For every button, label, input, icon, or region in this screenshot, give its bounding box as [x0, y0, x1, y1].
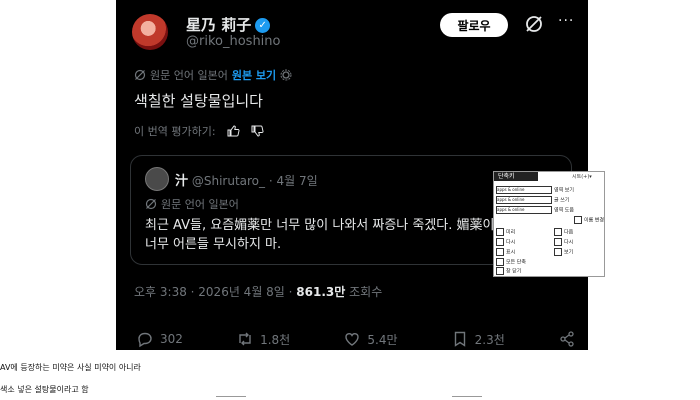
menu-item-label: 표시: [506, 249, 516, 256]
quoted-translation-note: 원문 언어 일본어: [161, 198, 239, 211]
menu-item-right-label: 보기: [564, 249, 574, 256]
quoted-author-avatar[interactable]: [145, 167, 169, 191]
menu-item-right-label: 다음: [564, 229, 574, 236]
menu-item-field: apps & online: [496, 186, 552, 194]
menu-item-right-label: 이름 변경: [584, 217, 604, 224]
reply-count: 302: [160, 332, 183, 346]
translation-note: 원문 언어 일본어: [150, 69, 228, 82]
menu-item[interactable]: 이름 변경: [574, 216, 604, 224]
menu-item[interactable]: 미리: [496, 228, 516, 236]
tweet-timestamp[interactable]: 오후 3:38 · 2026년 4월 8일 ·: [134, 285, 296, 299]
bookmark-count: 2.3천: [474, 332, 505, 347]
menu-item-label: 모든 단축: [506, 259, 526, 266]
author-avatar[interactable]: [132, 14, 168, 50]
like-button[interactable]: 5.4만: [343, 330, 398, 348]
menu-item-label: 글 쓰기: [554, 197, 570, 204]
menu-item-label: 다시: [506, 239, 516, 246]
menu-item[interactable]: 모든 단축: [496, 258, 526, 266]
shortcut-context-menu: 단축키 시트(+)▾ apps & online 영역 보기 apps & onl…: [493, 171, 605, 277]
checkbox-icon: [496, 248, 504, 256]
quoted-header: 汁 @Shirutaro_ · 4월 7일: [175, 170, 318, 189]
repost-count: 1.8천: [260, 332, 291, 347]
checkbox-icon: [496, 228, 504, 236]
menu-item-label: 영역 보기: [554, 187, 574, 194]
more-options-icon[interactable]: ···: [558, 13, 574, 29]
divider: [452, 396, 482, 397]
verified-badge-icon: ✓: [255, 18, 271, 33]
menu-header-right[interactable]: 시트(+)▾: [572, 173, 592, 180]
translate-icon: [145, 198, 157, 210]
quoted-handle-date[interactable]: @Shirutaro_ · 4월 7일: [192, 174, 318, 188]
menu-item[interactable]: apps & online 영역 보기: [496, 186, 574, 194]
like-count: 5.4만: [367, 332, 398, 347]
checkbox-icon: [574, 216, 582, 224]
checkbox-icon: [554, 238, 562, 246]
translation-row: 원문 언어 일본어 원본 보기: [134, 67, 292, 83]
reply-button[interactable]: 302: [136, 330, 183, 348]
translate-icon: [134, 69, 146, 81]
share-icon: [560, 331, 574, 347]
checkbox-icon: [496, 238, 504, 246]
menu-item-label: 영역 도움: [554, 207, 574, 214]
author-name-text[interactable]: 星乃 莉子: [186, 16, 251, 34]
menu-item[interactable]: apps & online 영역 도움: [496, 206, 574, 214]
menu-item-field: apps & online: [496, 206, 552, 214]
tweet-meta: 오후 3:38 · 2026년 4월 8일 · 861.3만 조회수: [134, 283, 382, 300]
tweet-text: 색칠한 설탕물입니다: [134, 92, 263, 110]
checkbox-icon: [554, 228, 562, 236]
menu-item-label: 창 닫기: [506, 268, 522, 275]
author-name[interactable]: 星乃 莉子 ✓: [186, 14, 271, 35]
menu-item[interactable]: 보기: [554, 248, 574, 256]
checkbox-icon: [496, 258, 504, 266]
menu-item[interactable]: 창 닫기: [496, 267, 522, 275]
menu-item-label: 미리: [506, 229, 516, 236]
rate-translation-label: 이 번역 평가하기:: [134, 125, 216, 138]
checkbox-icon: [496, 267, 504, 275]
heart-icon: [345, 333, 360, 346]
menu-item[interactable]: 다음: [554, 228, 574, 236]
grok-icon[interactable]: [524, 14, 544, 34]
divider: [216, 396, 246, 397]
menu-item[interactable]: apps & online 글 쓰기: [496, 196, 570, 204]
quoted-author-name[interactable]: 汁: [175, 174, 188, 189]
repost-button[interactable]: 1.8천: [236, 330, 290, 348]
action-bar: 302 1.8천 5.4만 2.3천: [136, 330, 576, 348]
menu-item[interactable]: 표시: [496, 248, 516, 256]
share-button[interactable]: [558, 330, 576, 348]
repost-icon: [239, 332, 251, 346]
thumbs-up-icon[interactable]: [226, 124, 240, 138]
bookmark-button[interactable]: 2.3천: [451, 330, 505, 348]
menu-item-right-label: 다시: [564, 239, 574, 246]
menu-item[interactable]: 다시: [554, 238, 574, 246]
settings-gear-icon[interactable]: [280, 69, 292, 81]
bookmark-icon: [454, 331, 465, 347]
menu-header: 단축키: [494, 172, 538, 181]
thumbs-down-icon[interactable]: [250, 124, 264, 138]
menu-item[interactable]: 다시: [496, 238, 516, 246]
views-label: 조회수: [345, 285, 383, 299]
caption-line-1: AV에 등장하는 미약은 사실 미약이 아니라: [0, 363, 141, 372]
menu-item-field: apps & online: [496, 196, 552, 204]
reply-icon: [138, 332, 152, 348]
view-original-link[interactable]: 원본 보기: [232, 67, 276, 83]
quoted-translation-row: 원문 언어 일본어: [145, 196, 239, 212]
caption-line-2: 색소 넣은 설탕물이라고 함: [0, 385, 89, 394]
follow-button[interactable]: 팔로우: [440, 13, 508, 37]
views-count: 861.3만: [296, 285, 346, 299]
author-handle[interactable]: @riko_hoshino: [186, 34, 281, 49]
checkbox-icon: [554, 248, 562, 256]
rate-translation-row: 이 번역 평가하기:: [134, 123, 264, 139]
